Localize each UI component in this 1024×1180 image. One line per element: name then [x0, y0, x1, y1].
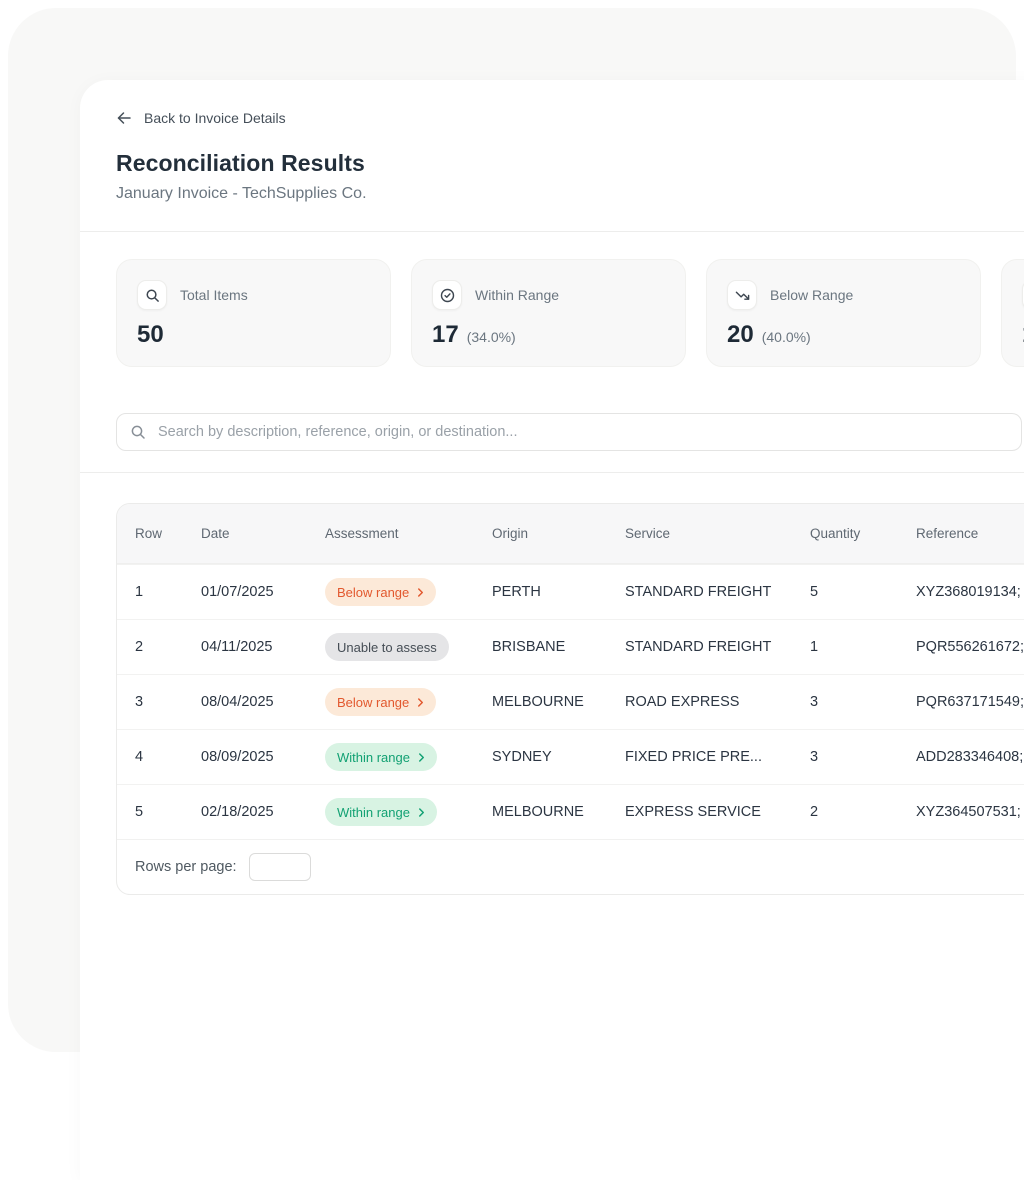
cell-date: 04/11/2025	[201, 639, 325, 655]
page-subtitle: January Invoice - TechSupplies Co.	[116, 185, 1024, 203]
cell-quantity: 2	[810, 804, 916, 820]
cell-row: 5	[135, 804, 201, 820]
column-header-row: Row	[135, 526, 201, 541]
assessment-badge[interactable]: Below range	[325, 688, 436, 716]
table-row: 4 08/09/2025 Within range SYDNEY FIXED P…	[117, 729, 1024, 784]
cell-service: ROAD EXPRESS	[625, 694, 810, 710]
cell-date: 02/18/2025	[201, 804, 325, 820]
table-footer: Rows per page:	[117, 839, 1024, 894]
cell-date: 01/07/2025	[201, 584, 325, 600]
cell-service: FIXED PRICE PRE...	[625, 749, 810, 765]
table-row: 1 01/07/2025 Below range PERTH STANDARD …	[117, 564, 1024, 619]
cell-reference: PQR556261672;	[916, 639, 1024, 655]
header-divider	[80, 231, 1024, 232]
assessment-badge[interactable]: Within range	[325, 743, 437, 771]
table-header-row: Row Date Assessment Origin Service Quant…	[117, 504, 1024, 564]
stat-value: 20	[727, 321, 754, 349]
cell-quantity: 1	[810, 639, 916, 655]
cell-row: 3	[135, 694, 201, 710]
cell-row: 4	[135, 749, 201, 765]
stat-value: 17	[432, 321, 459, 349]
column-header-origin: Origin	[492, 526, 625, 541]
cell-date: 08/09/2025	[201, 749, 325, 765]
cell-origin: SYDNEY	[492, 749, 625, 765]
cell-reference: PQR637171549; (	[916, 694, 1024, 710]
chevron-right-icon	[418, 807, 425, 818]
rows-per-page-input[interactable]	[249, 853, 311, 881]
chevron-right-icon	[417, 697, 424, 708]
stat-label: Within Range	[475, 287, 559, 303]
check-circle-icon	[432, 280, 462, 310]
back-link[interactable]: Back to Invoice Details	[116, 110, 286, 126]
reconciliation-panel: Back to Invoice Details Reconciliation R…	[80, 80, 1024, 1180]
table-row: 3 08/04/2025 Below range MELBOURNE ROAD …	[117, 674, 1024, 729]
cell-service: STANDARD FREIGHT	[625, 639, 810, 655]
results-table: Row Date Assessment Origin Service Quant…	[116, 503, 1024, 895]
trending-down-icon	[727, 280, 757, 310]
stat-card-partial: 1	[1001, 259, 1024, 367]
rows-per-page-label: Rows per page:	[135, 859, 237, 875]
assessment-label: Unable to assess	[337, 640, 437, 655]
column-header-service: Service	[625, 526, 810, 541]
cell-origin: MELBOURNE	[492, 694, 625, 710]
cell-reference: XYZ368019134; C	[916, 584, 1024, 600]
column-header-reference: Reference	[916, 526, 1024, 541]
cell-quantity: 5	[810, 584, 916, 600]
column-header-date: Date	[201, 526, 325, 541]
assessment-label: Below range	[337, 585, 409, 600]
search-icon	[130, 424, 146, 445]
page-title: Reconciliation Results	[116, 150, 1024, 177]
search-icon	[137, 280, 167, 310]
stat-percent: (34.0%)	[467, 329, 516, 345]
cell-reference: XYZ364507531;	[916, 804, 1024, 820]
back-link-label: Back to Invoice Details	[144, 110, 286, 126]
assessment-label: Within range	[337, 805, 410, 820]
cell-quantity: 3	[810, 694, 916, 710]
cell-quantity: 3	[810, 749, 916, 765]
cell-row: 1	[135, 584, 201, 600]
column-header-quantity: Quantity	[810, 526, 916, 541]
table-row: 5 02/18/2025 Within range MELBOURNE EXPR…	[117, 784, 1024, 839]
assessment-badge[interactable]: Below range	[325, 578, 436, 606]
assessment-label: Within range	[337, 750, 410, 765]
stat-percent: (40.0%)	[762, 329, 811, 345]
stat-label: Total Items	[180, 287, 248, 303]
cell-service: STANDARD FREIGHT	[625, 584, 810, 600]
stat-card-below-range: Below Range 20 (40.0%)	[706, 259, 981, 367]
search-input[interactable]	[116, 413, 1022, 451]
stat-card-total-items: Total Items 50	[116, 259, 391, 367]
table-row: 2 04/11/2025 Unable to assess BRISBANE S…	[117, 619, 1024, 674]
cell-origin: PERTH	[492, 584, 625, 600]
stat-label: Below Range	[770, 287, 853, 303]
chevron-right-icon	[418, 752, 425, 763]
assessment-badge[interactable]: Within range	[325, 798, 437, 826]
cell-row: 2	[135, 639, 201, 655]
assessment-label: Below range	[337, 695, 409, 710]
cell-origin: BRISBANE	[492, 639, 625, 655]
search-divider	[80, 472, 1024, 473]
assessment-badge: Unable to assess	[325, 633, 449, 661]
cell-origin: MELBOURNE	[492, 804, 625, 820]
arrow-left-icon	[116, 110, 132, 126]
cell-date: 08/04/2025	[201, 694, 325, 710]
search-bar	[116, 413, 1022, 451]
column-header-assessment: Assessment	[325, 526, 492, 541]
stat-card-within-range: Within Range 17 (34.0%)	[411, 259, 686, 367]
chevron-right-icon	[417, 587, 424, 598]
stat-value: 50	[137, 321, 164, 349]
stats-row: Total Items 50 Within Range 17 (34.0%)	[116, 259, 1024, 367]
cell-reference: ADD283346408;	[916, 749, 1024, 765]
cell-service: EXPRESS SERVICE	[625, 804, 810, 820]
